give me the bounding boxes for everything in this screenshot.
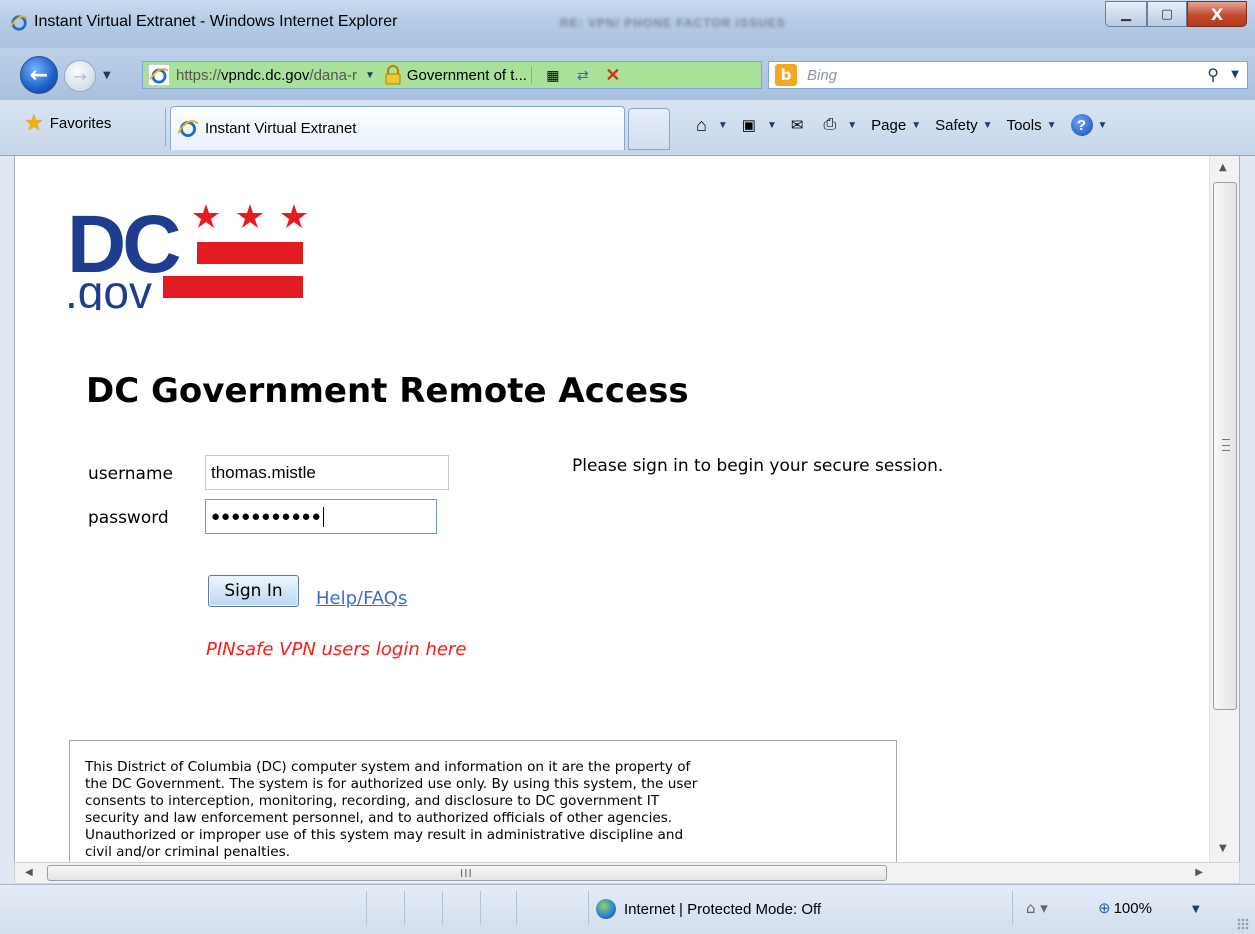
- window-title: Instant Virtual Extranet - Windows Inter…: [34, 13, 398, 30]
- bing-logo-icon: b: [775, 64, 797, 86]
- minimize-button[interactable]: ▁: [1105, 1, 1147, 27]
- pinsafe-login-link[interactable]: PINsafe VPN users login here: [206, 639, 466, 660]
- search-options-dropdown[interactable]: ▼: [1231, 69, 1239, 80]
- forward-arrow-icon: →: [73, 66, 87, 86]
- address-url[interactable]: https://vpndc.dc.gov/dana-r: [176, 67, 357, 84]
- search-input[interactable]: Bing: [807, 67, 837, 84]
- disclaimer-line: civil and/or criminal penalties.: [85, 844, 291, 860]
- tab-active[interactable]: Instant Virtual Extranet: [170, 106, 625, 150]
- window-controls: ▁ ▢ X: [1105, 1, 1247, 27]
- horizontal-scroll-thumb[interactable]: III: [47, 865, 887, 881]
- zoom-control[interactable]: ⊕ 100%: [1098, 899, 1152, 918]
- username-field[interactable]: thomas.mistle: [205, 455, 449, 490]
- address-dropdown-icon[interactable]: ▼: [365, 70, 375, 81]
- tab-title: Instant Virtual Extranet: [205, 120, 357, 137]
- status-bar: Internet | Protected Mode: Off ⌂ ▾ ⊕ 100…: [0, 884, 1255, 934]
- lock-icon[interactable]: [383, 65, 403, 85]
- horizontal-scrollbar[interactable]: ◀ III ▶: [14, 862, 1240, 884]
- close-button[interactable]: X: [1187, 1, 1247, 27]
- favorites-label: Favorites: [49, 114, 112, 132]
- help-faqs-link[interactable]: Help/FAQs: [316, 588, 407, 609]
- page-menu[interactable]: Page ▼: [871, 117, 921, 134]
- scroll-right-icon[interactable]: ▶: [1195, 867, 1203, 878]
- password-label: password: [88, 508, 169, 528]
- security-zone[interactable]: Internet | Protected Mode: Off: [596, 899, 821, 919]
- sign-in-instruction: Please sign in to begin your secure sess…: [572, 456, 944, 476]
- scroll-up-icon[interactable]: ▲: [1219, 162, 1227, 173]
- help-icon: ?: [1070, 114, 1093, 136]
- zone-label: Internet | Protected Mode: Off: [624, 900, 822, 918]
- compatibility-view-icon[interactable]: ▦: [542, 64, 564, 86]
- ie-logo-icon: [10, 15, 28, 31]
- resize-grip[interactable]: [1237, 918, 1249, 930]
- back-button[interactable]: ←: [20, 56, 58, 94]
- username-label: username: [88, 464, 173, 484]
- page-viewport: DC .gov DC Government Remote Access user…: [14, 156, 1240, 862]
- feeds-button[interactable]: ▣ ▼: [742, 116, 777, 134]
- help-menu[interactable]: ? ▼: [1070, 114, 1107, 136]
- dc-gov-logo: DC .gov: [67, 200, 307, 310]
- scroll-down-icon[interactable]: ▼: [1219, 843, 1227, 854]
- zoom-dropdown-icon[interactable]: ▼: [1192, 904, 1200, 915]
- favorites-button[interactable]: ★ Favorites: [24, 110, 111, 136]
- new-tab-button[interactable]: [628, 108, 670, 150]
- security-lock-icon[interactable]: ⌂ ▾: [1026, 899, 1048, 917]
- globe-icon: [596, 899, 616, 919]
- disclaimer-line: Unauthorized or improper use of this sys…: [85, 827, 684, 843]
- recent-pages-dropdown[interactable]: ▼: [103, 70, 111, 81]
- disclaimer-line: This District of Columbia (DC) computer …: [85, 759, 691, 775]
- certificate-label[interactable]: Government of t...: [407, 66, 532, 84]
- print-button[interactable]: ⎙ ▼: [823, 116, 857, 134]
- back-arrow-icon: ←: [29, 62, 49, 88]
- mail-button[interactable]: ✉: [791, 116, 810, 134]
- navigation-bar: ← → ▼ https://vpndc.dc.gov/dana-r ▼ Gove…: [0, 48, 1255, 100]
- mail-icon: ✉: [790, 117, 804, 134]
- page-content: DC .gov DC Government Remote Access user…: [15, 156, 1211, 862]
- search-icon[interactable]: ⚲: [1207, 65, 1219, 84]
- vertical-scroll-thumb[interactable]: [1213, 182, 1237, 710]
- page-ie-icon: [148, 64, 170, 86]
- window-titlebar: Instant Virtual Extranet - Windows Inter…: [0, 0, 1255, 48]
- tab-ie-icon: [177, 119, 199, 137]
- sign-in-button[interactable]: Sign In: [208, 575, 299, 607]
- tab-bar: ★ Favorites Instant Virtual Extranet ⌂ ▼ …: [0, 100, 1255, 156]
- background-window-title: RE: VPN/ PHONE FACTOR ISSUES: [560, 16, 786, 30]
- feeds-icon: ▣: [741, 117, 756, 134]
- disclaimer-line: the DC Government. The system is for aut…: [85, 776, 698, 792]
- safety-menu[interactable]: Safety ▼: [935, 117, 992, 134]
- password-field[interactable]: ●●●●●●●●●●●: [205, 499, 437, 534]
- home-button[interactable]: ⌂ ▼: [696, 115, 728, 136]
- forward-button[interactable]: →: [64, 60, 96, 92]
- text-caret: [322, 506, 324, 527]
- vertical-scrollbar[interactable]: ▲ ▼: [1209, 156, 1239, 862]
- separator: [165, 108, 166, 146]
- refresh-icon[interactable]: ⇄: [572, 64, 594, 86]
- maximize-button[interactable]: ▢: [1147, 1, 1187, 27]
- zoom-icon: ⊕: [1098, 900, 1111, 917]
- disclaimer-line: security and law enforcement personnel, …: [85, 810, 673, 826]
- command-bar: ⌂ ▼ ▣ ▼ ✉ ⎙ ▼ Page ▼ Safety ▼ Tools ▼ ? ▼: [696, 114, 1107, 136]
- disclaimer-line: consents to interception, monitoring, re…: [85, 793, 660, 809]
- zoom-level: 100%: [1113, 899, 1152, 917]
- stop-icon[interactable]: ✕: [602, 64, 624, 86]
- favorites-star-icon: ★: [24, 110, 44, 135]
- search-box[interactable]: b Bing ⚲ ▼: [768, 61, 1248, 89]
- page-title: DC Government Remote Access: [86, 371, 689, 411]
- tools-menu[interactable]: Tools ▼: [1007, 117, 1057, 134]
- address-bar[interactable]: https://vpndc.dc.gov/dana-r ▼ Government…: [142, 61, 762, 89]
- svg-text:.gov: .gov: [67, 266, 152, 310]
- legal-disclaimer: This District of Columbia (DC) computer …: [69, 740, 897, 862]
- scroll-left-icon[interactable]: ◀: [25, 867, 33, 878]
- print-icon: ⎙: [823, 116, 837, 133]
- home-icon: ⌂: [696, 114, 707, 135]
